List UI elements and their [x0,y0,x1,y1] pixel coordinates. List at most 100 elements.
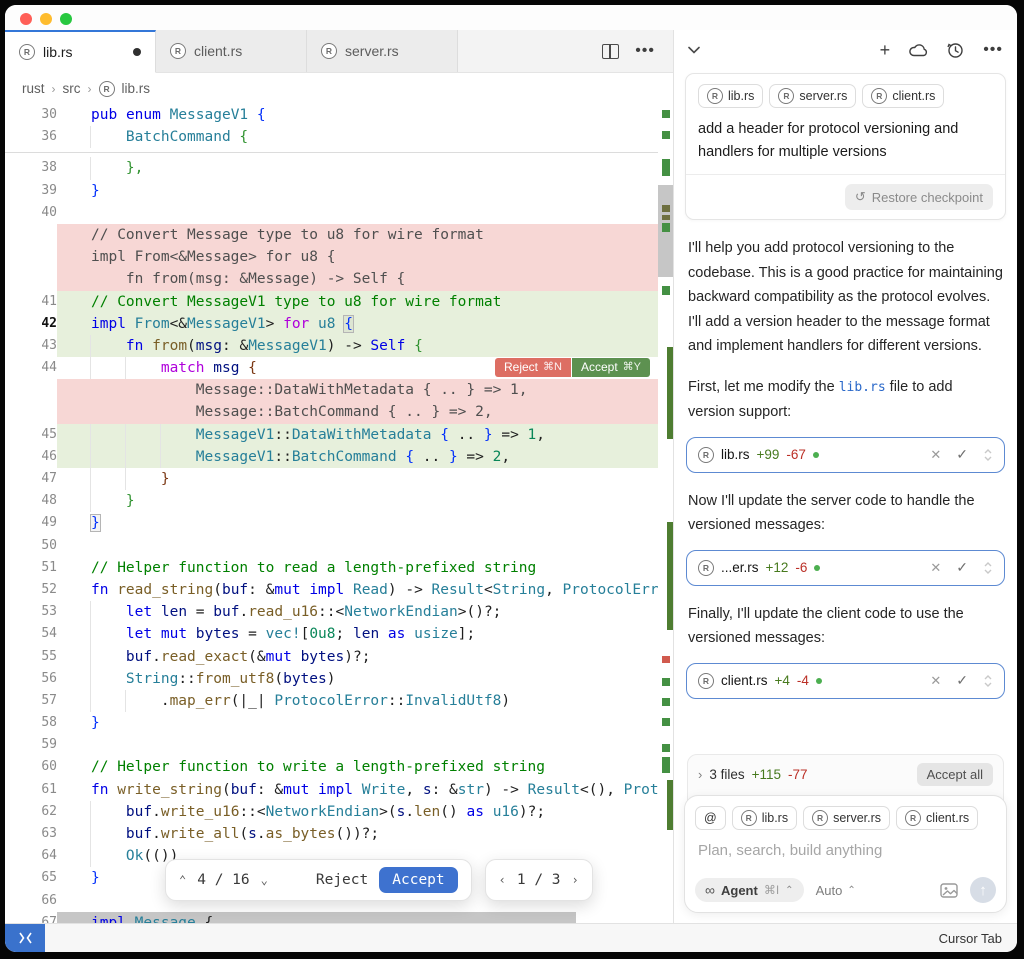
overview-ruler [658,104,673,923]
indent-guide [90,801,91,823]
tab-server-rs[interactable]: R server.rs [307,30,458,72]
reject-file-icon[interactable]: ✕ [930,447,941,463]
minimize-window-button[interactable] [40,13,52,25]
remote-indicator-button[interactable] [5,924,45,952]
code-line: 43 fn from(msg: &MessageV1) -> Self { [5,335,658,357]
cursor-tab-status[interactable]: Cursor Tab [939,931,1017,946]
code-line: 38 }, [5,157,658,179]
reject-button[interactable]: Reject [316,872,368,888]
next-diff-icon[interactable]: ⌄ [261,873,268,887]
inline-code: lib.rs [839,380,886,395]
context-chip[interactable]: Rlib.rs [732,806,797,830]
code-line: 40 [5,202,658,224]
user-prompt-text: add a header for protocol versioning and… [698,118,993,164]
prev-file-icon[interactable]: ‹ [499,873,506,887]
inline-accept-button[interactable]: Accept⌘Y [572,358,650,377]
new-chat-icon[interactable]: + [880,40,891,61]
prev-diff-icon[interactable]: ⌃ [179,873,186,887]
tab-lib-rs[interactable]: R lib.rs [5,30,156,73]
file-diff-card-server[interactable]: R ...er.rs +12 -6 ✕ ✓ [686,550,1005,586]
diff-ruler-mark [667,522,673,630]
assistant-paragraph: Finally, I'll update the client code to … [688,602,1003,651]
indent-guide [125,468,126,490]
close-window-button[interactable] [20,13,32,25]
context-chip[interactable]: Rclient.rs [896,806,978,830]
expand-diff-icon[interactable] [983,561,993,575]
breadcrumb-item-rust[interactable]: rust [22,81,45,96]
code-editor[interactable]: 30pub enum MessageV1 {36 BatchCommand {3… [5,104,673,923]
code-line: 67impl Message { [5,912,658,923]
accept-all-button[interactable]: Accept all [917,763,993,786]
accept-file-icon[interactable]: ✓ [956,559,968,576]
expand-diff-icon[interactable] [983,674,993,688]
next-file-icon[interactable]: › [572,873,579,887]
context-chip[interactable]: Rserver.rs [803,806,890,830]
window-controls [20,13,72,25]
code-line: 55 buf.read_exact(&mut bytes)?; [5,646,658,668]
line-content: // Helper function to write a length-pre… [57,756,658,778]
file-diff-card-lib[interactable]: R lib.rs +99 -67 ✕ ✓ [686,437,1005,473]
additions-count: +99 [757,447,780,462]
add-context-button[interactable]: @ [695,806,726,830]
line-number: 49 [5,512,57,534]
chevron-down-icon[interactable] [688,46,700,54]
line-number: 66 [5,890,57,912]
code-line: 44 match msg {Reject⌘NAccept⌘Y [5,357,658,379]
rust-file-icon: R [698,447,714,463]
line-number: 54 [5,623,57,645]
code-line: fn from(msg: &Message) -> Self { [5,268,658,290]
chat-more-icon[interactable]: ••• [983,41,1003,59]
more-actions-icon[interactable]: ••• [635,42,655,60]
line-content: buf.write_all(s.as_bytes())?; [57,823,658,845]
split-editor-icon[interactable] [602,44,619,59]
context-chip[interactable]: Rclient.rs [862,84,944,108]
breadcrumb-separator: › [52,82,56,96]
arrow-up-icon: ↑ [979,882,987,899]
line-content: fn from(msg: &MessageV1) -> Self { [57,335,658,357]
context-chip[interactable]: Rlib.rs [698,84,763,108]
indent-guide [90,126,91,148]
line-content [57,202,658,224]
line-number: 40 [5,202,57,224]
code-line: 42impl From<&MessageV1> for u8 { [5,313,658,335]
breadcrumb-item-src[interactable]: src [63,81,81,96]
chat-input-card[interactable]: @ Rlib.rs Rserver.rs Rclient.rs Plan, se… [684,795,1007,913]
modified-dot-icon[interactable] [133,48,141,56]
chat-input-placeholder[interactable]: Plan, search, build anything [698,842,993,859]
accept-file-icon[interactable]: ✓ [956,672,968,689]
cloud-icon[interactable] [909,43,928,57]
reject-file-icon[interactable]: ✕ [930,673,941,689]
restore-checkpoint-button[interactable]: ↺ Restore checkpoint [845,184,993,210]
model-selector[interactable]: Auto ⌃ [816,883,856,898]
breadcrumb-item-file[interactable]: lib.rs [122,81,151,96]
inline-reject-button[interactable]: Reject⌘N [495,358,571,377]
context-chip[interactable]: Rserver.rs [769,84,856,108]
reject-file-icon[interactable]: ✕ [930,560,941,576]
rust-file-icon: R [905,810,921,826]
maximize-window-button[interactable] [60,13,72,25]
chevron-right-icon[interactable]: › [698,767,702,782]
image-attach-icon[interactable] [940,883,958,898]
send-button[interactable]: ↑ [970,877,996,903]
line-number: 65 [5,867,57,889]
diff-ruler-mark [667,347,673,439]
indent-guide [160,446,161,468]
history-icon[interactable] [947,42,964,59]
file-diff-card-client[interactable]: R client.rs +4 -4 ✕ ✓ [686,663,1005,699]
tab-client-rs[interactable]: R client.rs [156,30,307,72]
agent-mode-selector[interactable]: ∞ Agent ⌘I ⌃ [695,878,804,902]
indent-guide [125,690,126,712]
accept-file-icon[interactable]: ✓ [956,446,968,463]
diff-ruler-mark [662,656,670,663]
code-line: 39} [5,180,658,202]
accept-button[interactable]: Accept [379,867,457,893]
indent-guide [90,690,91,712]
chat-panel: + ••• Rlib.rs Rserver.rs Rclient.rs add … [674,30,1017,923]
code-line: 56 String::from_utf8(bytes) [5,668,658,690]
tab-label: client.rs [194,43,242,59]
expand-diff-icon[interactable] [983,448,993,462]
editor-column: R lib.rs R client.rs R server.rs ••• [5,30,674,923]
deletions-count: -6 [795,560,807,575]
line-content: fn read_string(buf: &mut impl Read) -> R… [57,579,658,601]
code-line: 47 } [5,468,658,490]
